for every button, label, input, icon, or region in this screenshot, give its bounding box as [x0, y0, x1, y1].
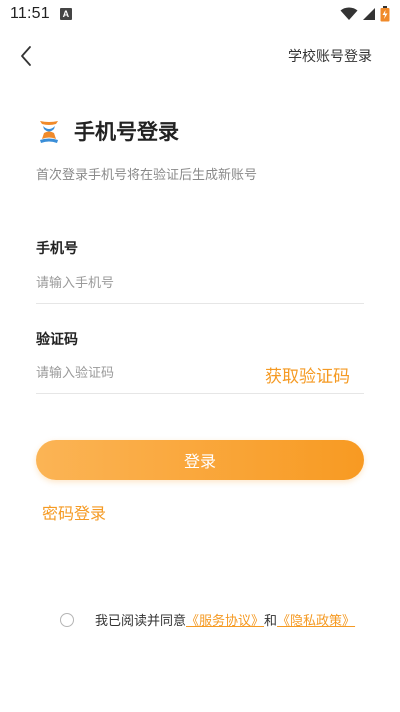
service-agreement-link[interactable]: 《服务协议》: [186, 610, 264, 629]
signal-icon: [363, 8, 375, 20]
phone-login-page: 11:51 A 学校账号登录 手机号登录 首次登录手机号将在验证后生成新账号 手…: [0, 0, 400, 712]
page-subtitle: 首次登录手机号将在验证后生成新账号: [36, 168, 258, 183]
phone-input[interactable]: [36, 264, 364, 303]
code-label: 验证码: [36, 332, 78, 348]
code-field: 获取验证码: [36, 354, 364, 394]
page-title: 手机号登录: [74, 120, 179, 144]
status-time: 11:51: [10, 5, 50, 22]
battery-icon: [380, 6, 390, 22]
school-account-login-link[interactable]: 学校账号登录: [288, 46, 372, 66]
back-button[interactable]: [14, 42, 42, 70]
app-logo-icon: [40, 121, 58, 143]
status-icons: [340, 6, 390, 22]
agreement-checkbox[interactable]: [60, 612, 74, 627]
title-row: 手机号登录: [36, 116, 179, 146]
status-bar: 11:51 A: [0, 0, 400, 28]
phone-field: [36, 264, 364, 304]
phone-label: 手机号: [36, 241, 78, 257]
password-login-link[interactable]: 密码登录: [42, 500, 106, 524]
wifi-icon: [340, 7, 358, 20]
get-code-button[interactable]: 获取验证码: [265, 362, 350, 387]
nav-bar: 学校账号登录: [0, 36, 400, 76]
agreement-prefix: 我已阅读并同意: [95, 614, 187, 629]
notification-a-icon: A: [59, 8, 72, 20]
agreement-and: 和: [264, 614, 278, 629]
agreement-row: 我已阅读并同意 《服务协议》 和 《隐私政策》: [60, 610, 355, 629]
privacy-policy-link[interactable]: 《隐私政策》: [277, 610, 355, 629]
login-button[interactable]: 登录: [36, 440, 364, 480]
chevron-left-icon: [21, 46, 31, 66]
